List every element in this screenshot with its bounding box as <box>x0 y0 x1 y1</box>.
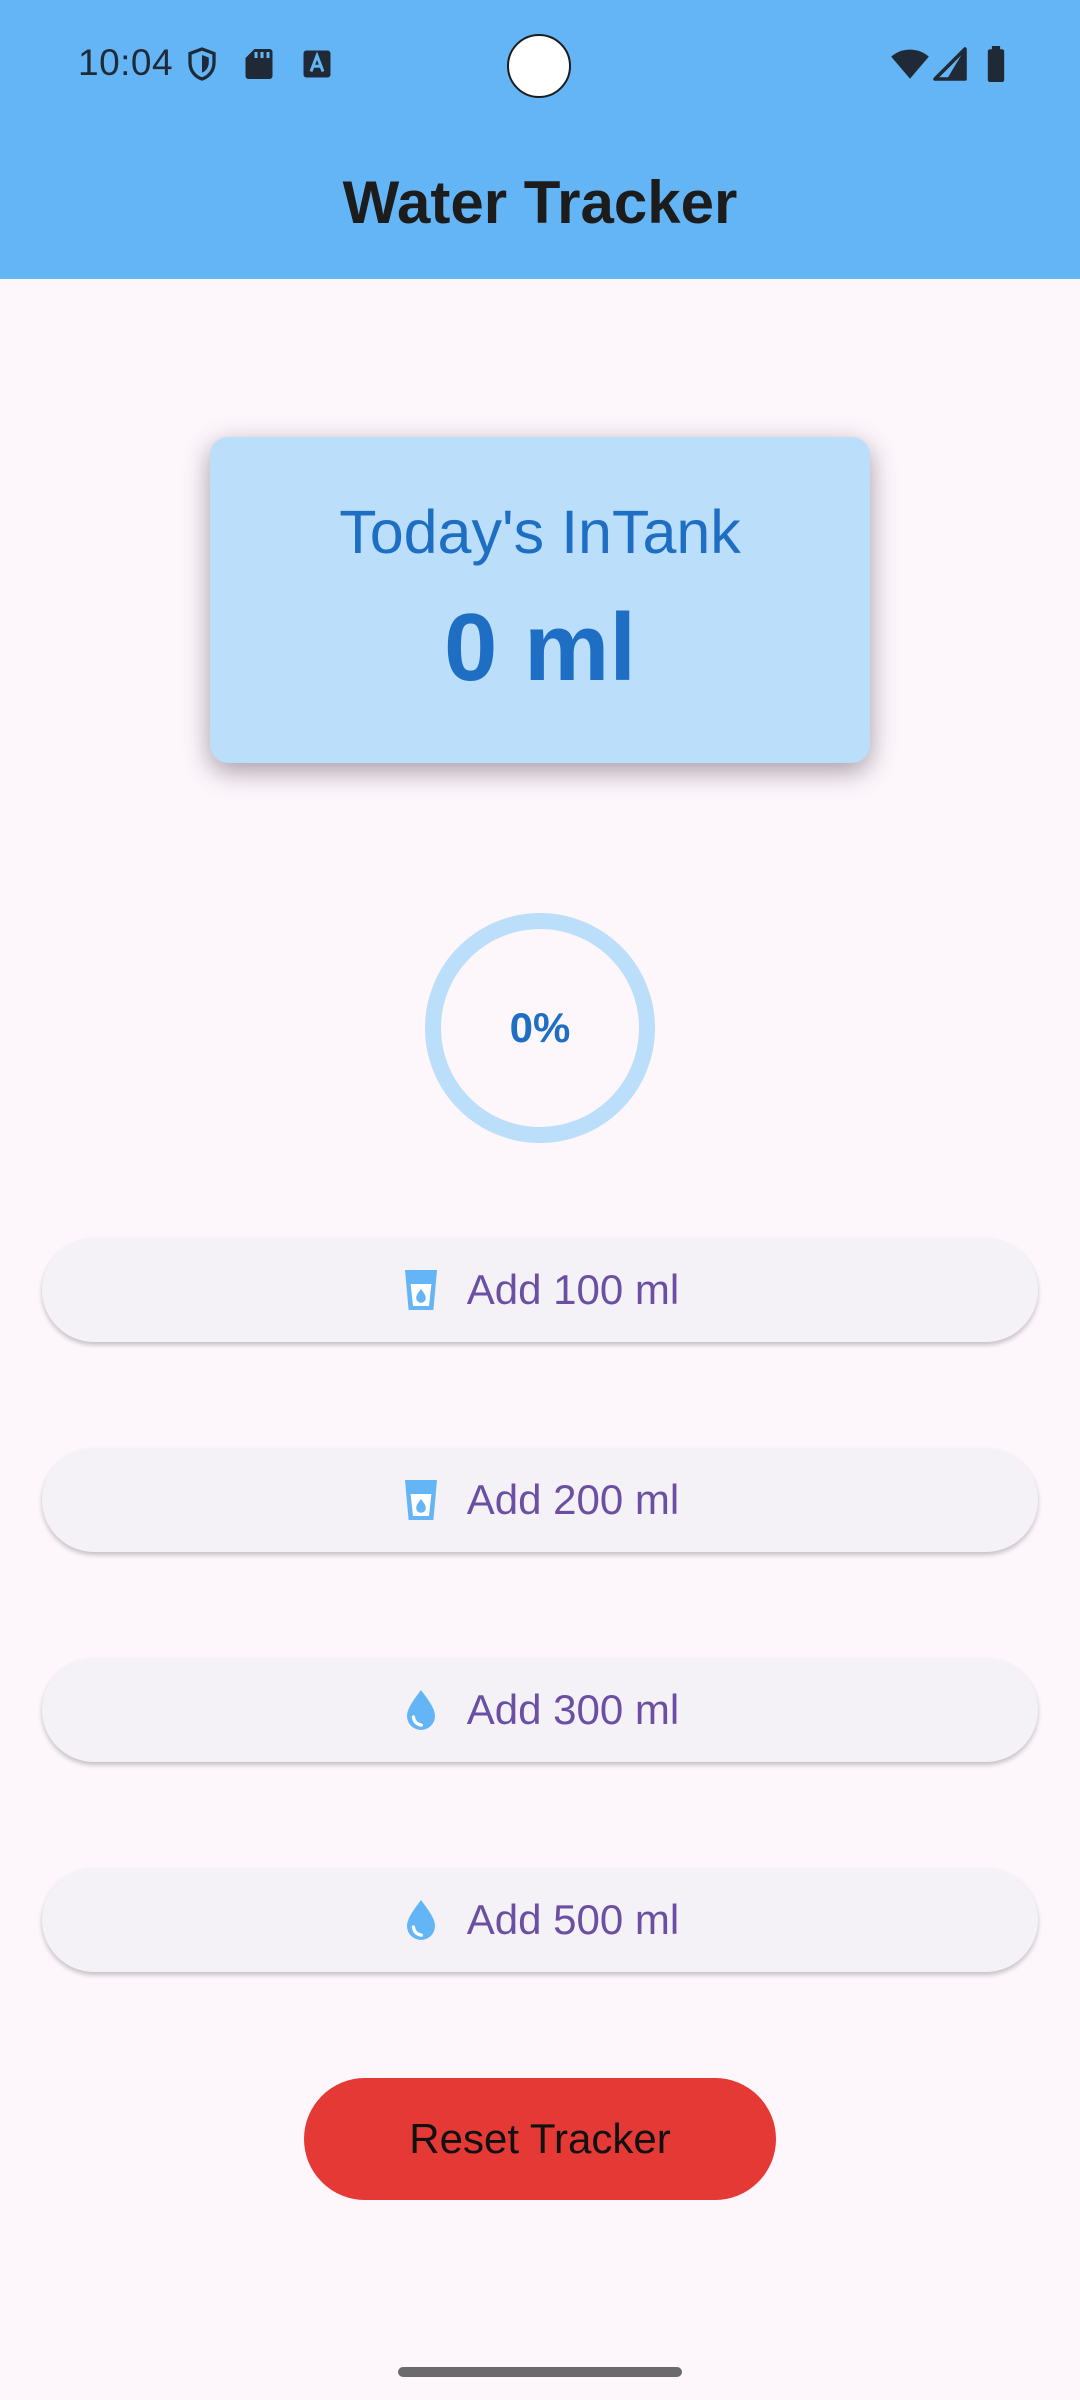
add-300-label: Add 300 ml <box>466 1686 680 1733</box>
home-indicator[interactable] <box>398 2367 682 2377</box>
add-100-label: Add 100 ml <box>466 1266 680 1313</box>
status-bar: 10:04 <box>0 0 1080 130</box>
battery-icon <box>984 46 1008 82</box>
sd-card-icon <box>241 46 277 82</box>
add-300-button[interactable]: Add 300 ml <box>42 1658 1038 1762</box>
glass-water-icon <box>401 1268 441 1312</box>
add-500-label: Add 500 ml <box>466 1896 680 1943</box>
app-bar: 10:04 Water Tracker <box>0 0 1080 279</box>
glass-water-icon <box>401 1478 441 1522</box>
water-drop-icon <box>401 1688 441 1732</box>
reset-tracker-button[interactable]: Reset Tracker <box>304 2078 776 2200</box>
add-500-button[interactable]: Add 500 ml <box>42 1868 1038 1972</box>
wifi-icon <box>890 46 930 82</box>
text-a-icon <box>299 46 335 82</box>
progress-percent: 0% <box>509 1004 571 1051</box>
app-title: Water Tracker <box>342 169 738 236</box>
front-camera <box>507 34 571 98</box>
add-200-button[interactable]: Add 200 ml <box>42 1448 1038 1552</box>
water-drop-icon <box>401 1898 441 1942</box>
shield-icon <box>184 46 220 82</box>
add-100-button[interactable]: Add 100 ml <box>42 1238 1038 1342</box>
progress-indicator: 0% <box>423 911 657 1145</box>
intake-card: Today's InTank 0 ml <box>210 437 870 763</box>
cell-signal-icon <box>932 46 968 82</box>
intake-label: Today's InTank <box>339 498 741 566</box>
status-time: 10:04 <box>78 42 174 83</box>
add-200-label: Add 200 ml <box>466 1476 680 1523</box>
intake-value: 0 ml <box>443 594 637 701</box>
